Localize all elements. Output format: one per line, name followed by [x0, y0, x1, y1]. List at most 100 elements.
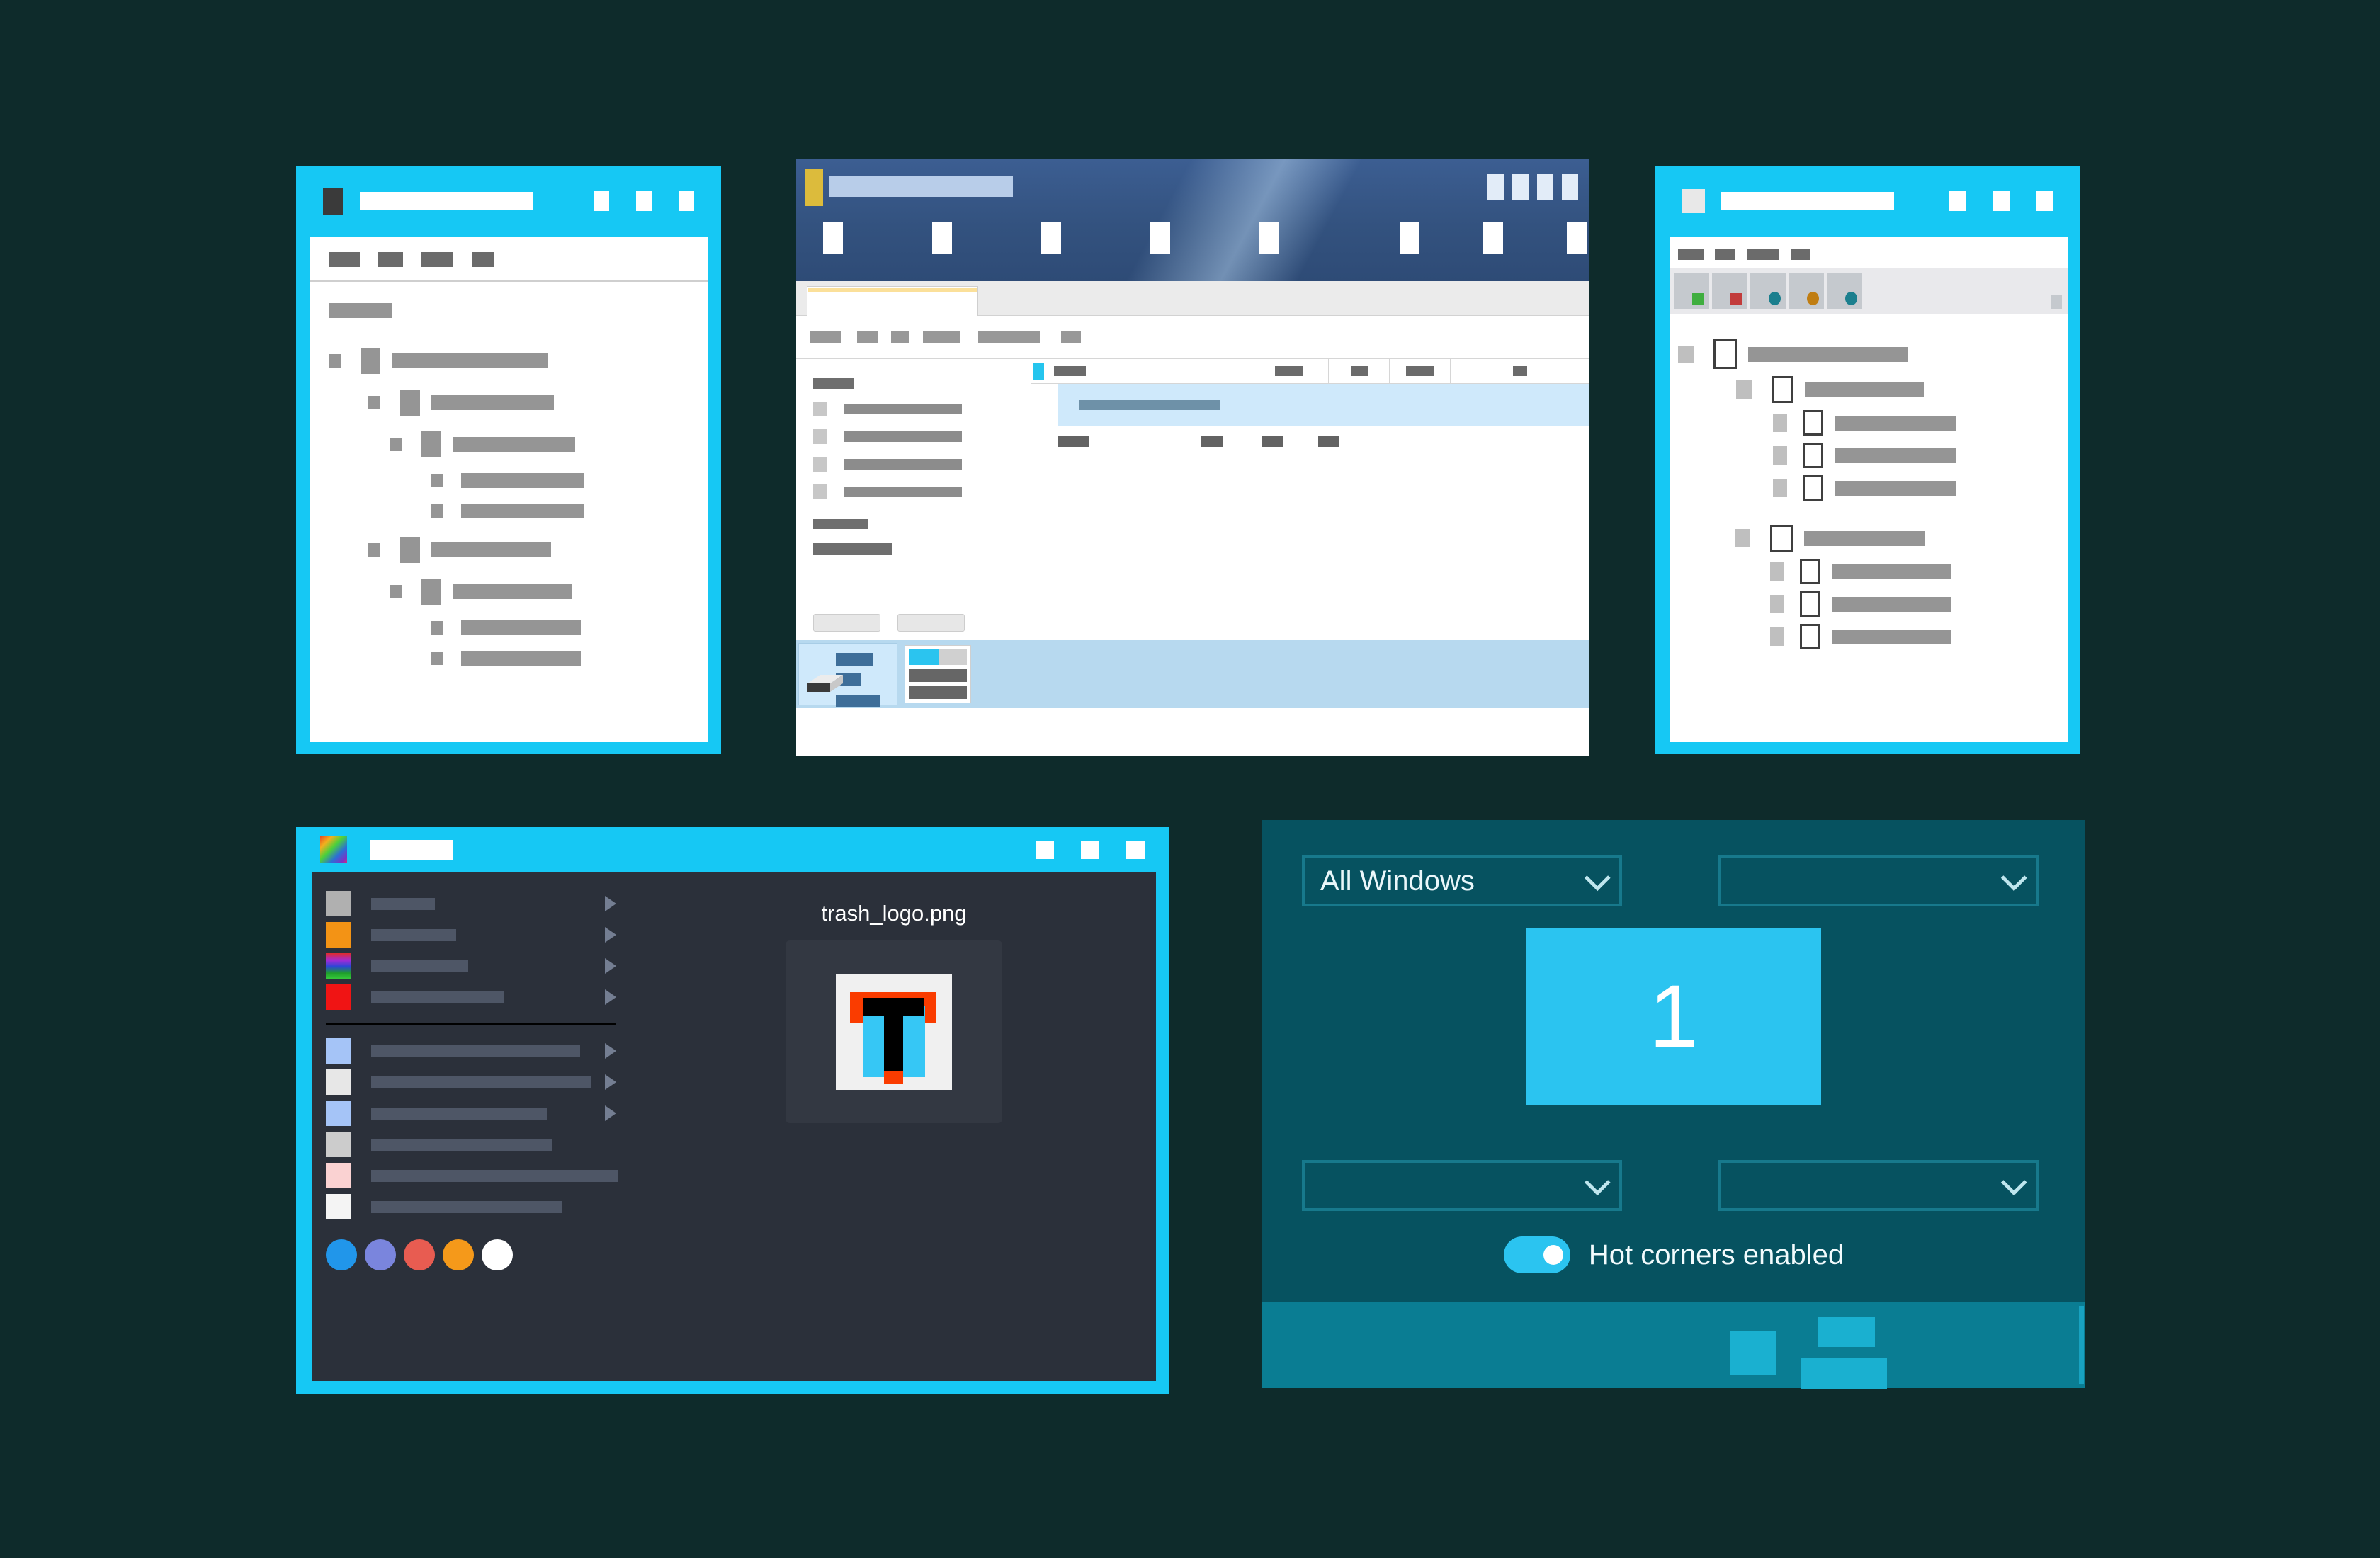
- app-window[interactable]: [796, 159, 1590, 756]
- file-list[interactable]: [312, 872, 632, 1381]
- list-item-gray[interactable]: [326, 888, 632, 919]
- sidebar-item[interactable]: [813, 484, 1031, 499]
- list-item-red[interactable]: [326, 982, 632, 1013]
- menu-item-edit[interactable]: [1715, 249, 1735, 260]
- hot-corners-toggle[interactable]: [1503, 1236, 1570, 1273]
- checkbox-tree-row[interactable]: [1770, 591, 2068, 617]
- grid-column-header[interactable]: [1451, 359, 1590, 383]
- preview-card[interactable]: [798, 643, 897, 707]
- chevron-right-icon[interactable]: [605, 927, 616, 943]
- tab-active[interactable]: [807, 286, 978, 316]
- select-bottom-right[interactable]: [1718, 1160, 2039, 1211]
- checkbox-window[interactable]: [1655, 166, 2080, 754]
- color-swatch-purple[interactable]: [365, 1239, 396, 1270]
- chevron-right-icon[interactable]: [605, 896, 616, 911]
- checkbox-tree-row[interactable]: [1770, 624, 2068, 649]
- menu-item-file[interactable]: [1678, 249, 1704, 260]
- icon-toolbar[interactable]: [1670, 268, 2068, 314]
- grid-column-header[interactable]: [1390, 359, 1451, 383]
- toolbar-overflow-button[interactable]: [2051, 295, 2062, 309]
- list-item-gray-2[interactable]: [326, 1129, 632, 1160]
- maximize-button[interactable]: [636, 191, 652, 211]
- sidebar-item[interactable]: [813, 402, 1031, 416]
- toolbar-item-3[interactable]: [891, 331, 909, 343]
- color-swatch-white[interactable]: [482, 1239, 513, 1270]
- list-item-orange[interactable]: [326, 919, 632, 950]
- maximize-button[interactable]: [1537, 174, 1553, 200]
- dark-window-titlebar[interactable]: [296, 827, 1169, 872]
- color-swatch-row[interactable]: [326, 1239, 632, 1270]
- toolbar-item-4[interactable]: [923, 331, 960, 343]
- ribbon-icon-8[interactable]: [1567, 222, 1587, 254]
- ribbon-icon-6[interactable]: [1400, 222, 1420, 254]
- tree-row[interactable]: [390, 579, 708, 605]
- checkbox-tree-row[interactable]: [1773, 410, 2068, 436]
- menu-item-view[interactable]: [1747, 249, 1779, 260]
- mini-preview-card[interactable]: [905, 645, 971, 703]
- window-controls[interactable]: [1949, 191, 2053, 211]
- grid-column-header[interactable]: [1031, 359, 1250, 383]
- sidebar-button-ok[interactable]: [813, 614, 880, 632]
- color-swatch-blue[interactable]: [326, 1239, 357, 1270]
- toolbar-btn-green[interactable]: [1674, 273, 1709, 309]
- tree-row[interactable]: [368, 537, 708, 563]
- restore-button[interactable]: [1488, 174, 1504, 200]
- tree-list[interactable]: [310, 348, 708, 666]
- grid-column-header[interactable]: [1250, 359, 1329, 383]
- checkbox-tree-row[interactable]: [1678, 339, 2068, 369]
- list-item-white-2[interactable]: [326, 1191, 632, 1222]
- ribbon-icon-3[interactable]: [1041, 222, 1061, 254]
- settings-window[interactable]: All Windows 1 Hot corners enabled: [1262, 820, 2085, 1389]
- footer-button-small[interactable]: [1818, 1317, 1875, 1347]
- color-swatch-orange[interactable]: [443, 1239, 474, 1270]
- chevron-right-icon[interactable]: [605, 1074, 616, 1090]
- sidebar-item[interactable]: [813, 457, 1031, 472]
- close-button[interactable]: [1562, 174, 1578, 200]
- checkbox-tree-row[interactable]: [1773, 443, 2068, 468]
- dark-file-window[interactable]: trash_logo.png: [296, 827, 1169, 1394]
- tree-row[interactable]: [368, 390, 708, 416]
- window-controls[interactable]: [594, 191, 694, 211]
- tree-window[interactable]: [296, 166, 721, 754]
- select-top-right[interactable]: [1718, 855, 2039, 906]
- footer-button-square[interactable]: [1730, 1331, 1776, 1375]
- menu-item-help[interactable]: [1791, 249, 1810, 260]
- grid-header-row[interactable]: [1031, 359, 1590, 384]
- minimize-button[interactable]: [1512, 174, 1529, 200]
- minimize-button[interactable]: [1036, 841, 1054, 859]
- checkbox-tree-row[interactable]: [1773, 475, 2068, 501]
- tree-row[interactable]: [390, 431, 708, 457]
- toolbar-item-2[interactable]: [857, 331, 878, 343]
- toolbar-item-5[interactable]: [978, 331, 1040, 343]
- ribbon-icon-2[interactable]: [932, 222, 952, 254]
- sidebar-item[interactable]: [813, 429, 1031, 444]
- app-window-controls[interactable]: [1488, 174, 1578, 200]
- app-data-grid[interactable]: [1031, 359, 1590, 640]
- toolbar-item-6[interactable]: [1061, 331, 1081, 343]
- menu-item-view[interactable]: [421, 252, 453, 267]
- menu-item-help[interactable]: [472, 252, 494, 267]
- ribbon-toolbar[interactable]: [823, 222, 1590, 254]
- list-item-white-1[interactable]: [326, 1067, 632, 1098]
- close-button[interactable]: [1126, 841, 1145, 859]
- checkbox-window-titlebar[interactable]: [1655, 166, 2080, 237]
- list-item-pink[interactable]: [326, 1160, 632, 1191]
- minimize-button[interactable]: [594, 191, 609, 211]
- tree-window-titlebar[interactable]: [296, 166, 721, 237]
- maximize-button[interactable]: [1081, 841, 1099, 859]
- grid-row[interactable]: [1031, 426, 1590, 456]
- minimize-button[interactable]: [1949, 191, 1966, 211]
- checkbox-tree-row[interactable]: [1735, 525, 2068, 552]
- menu-item-file[interactable]: [329, 252, 360, 267]
- footer-button-wide[interactable]: [1801, 1358, 1887, 1389]
- close-button[interactable]: [2036, 191, 2053, 211]
- tree-row[interactable]: [431, 651, 708, 666]
- grid-column-header[interactable]: [1329, 359, 1390, 383]
- list-item-blue-2[interactable]: [326, 1098, 632, 1129]
- maximize-button[interactable]: [1993, 191, 2010, 211]
- ribbon-icon-5[interactable]: [1259, 222, 1279, 254]
- color-swatch-red[interactable]: [404, 1239, 435, 1270]
- menubar[interactable]: [310, 237, 708, 280]
- chevron-right-icon[interactable]: [605, 1043, 616, 1059]
- toolbar-item-1[interactable]: [810, 331, 842, 343]
